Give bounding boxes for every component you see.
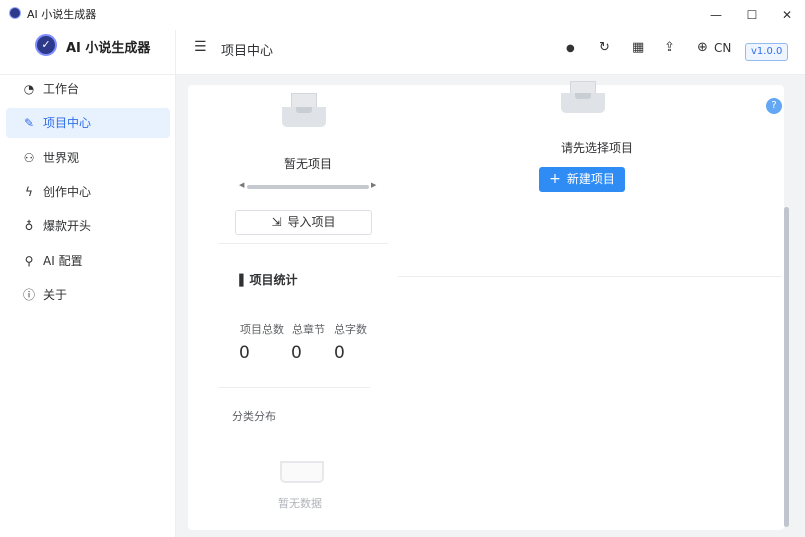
top-header: ☰ 项目中心 ● ↻ ▦ ⇪ ⊕ CN v1.0.0	[176, 30, 805, 75]
distribution-title: 分类分布	[232, 410, 276, 423]
close-button[interactable]: ✕	[774, 4, 800, 26]
menu-toggle-icon[interactable]: ☰	[194, 39, 207, 55]
import-icon: ⇲	[271, 215, 282, 229]
edit-icon: ✎	[23, 116, 35, 130]
sidebar-item-label: 爆款开头	[43, 219, 92, 233]
maximize-button[interactable]: ☐	[739, 4, 765, 26]
sidebar-item-worldview[interactable]: ⚇ 世界观	[6, 143, 170, 173]
app-icon	[9, 7, 21, 19]
stat-value-total-projects: 0	[239, 343, 250, 363]
sidebar-item-label: 项目中心	[43, 116, 92, 130]
stat-label-total-projects: 项目总数	[240, 323, 284, 336]
sidebar-item-about[interactable]: ⓘ 关于	[6, 280, 170, 310]
stats-title-label: 项目统计	[249, 273, 298, 287]
refresh-icon[interactable]: ↻	[599, 40, 610, 55]
window-title: AI 小说生成器	[27, 8, 97, 21]
plug-icon: ⚲	[24, 254, 34, 268]
window-titlebar: AI 小说生成器 — ☐ ✕	[0, 0, 805, 30]
empty-inbox-icon	[282, 93, 326, 127]
scrollbar-thumb[interactable]	[784, 207, 789, 527]
logo: ✓ AI 小说生成器	[0, 30, 176, 75]
stat-label-total-chapters: 总章节	[292, 323, 325, 336]
new-project-label: 新建项目	[566, 172, 615, 186]
vertical-scrollbar[interactable]	[783, 207, 790, 537]
stat-value-total-chapters: 0	[291, 343, 302, 363]
version-badge: v1.0.0	[745, 43, 789, 61]
logo-icon: ✓	[35, 34, 57, 56]
page-title: 项目中心	[221, 44, 274, 59]
sidebar-item-projects[interactable]: ✎ 项目中心	[6, 108, 170, 138]
sidebar-item-hot-openings[interactable]: ♁ 爆款开头	[6, 211, 170, 241]
import-project-label: 导入项目	[287, 215, 336, 229]
divider	[218, 243, 388, 244]
globe-icon[interactable]: ⊕	[697, 40, 708, 55]
empty-projects-text: 暂无项目	[284, 157, 333, 171]
info-icon: ⓘ	[22, 288, 35, 302]
language-switch[interactable]: CN	[714, 41, 731, 55]
project-panel: 暂无项目 ◀ ▶ ⇲ 导入项目 ▐ 项目统计 项目总数 总章节 总字数 0 0 0 分…	[188, 81, 784, 530]
plus-icon: +	[549, 171, 561, 187]
no-data-icon	[280, 455, 324, 489]
select-project-text: 请先选择项目	[561, 141, 634, 155]
lightning-icon: ϟ	[25, 185, 33, 199]
chart-icon: ▐	[235, 274, 244, 287]
divider	[218, 387, 370, 388]
empty-inbox-icon	[561, 81, 605, 119]
sidebar-item-workbench[interactable]: ◔ 工作台	[6, 74, 170, 104]
sidebar-item-creation[interactable]: ϟ 创作中心	[6, 177, 170, 207]
sidebar-item-label: 创作中心	[43, 185, 92, 199]
stat-label-total-words: 总字数	[334, 323, 367, 336]
new-project-button[interactable]: + 新建项目	[539, 167, 625, 192]
sidebar-item-label: 世界观	[43, 151, 80, 165]
upload-cloud-icon[interactable]: ⇪	[664, 40, 675, 55]
stats-title: ▐ 项目统计	[235, 271, 297, 288]
sidebar-item-ai-config[interactable]: ⚲ AI 配置	[6, 246, 170, 276]
dashboard-icon: ◔	[23, 82, 35, 96]
import-project-button[interactable]: ⇲ 导入项目	[235, 210, 372, 235]
help-icon[interactable]: ?	[766, 98, 782, 114]
grid-icon[interactable]: ▦	[632, 40, 644, 55]
sidebar-item-label: 关于	[43, 288, 68, 302]
main-content: 暂无项目 ◀ ▶ ⇲ 导入项目 ▐ 项目统计 项目总数 总章节 总字数 0 0 0 分…	[176, 75, 805, 537]
logo-text: AI 小说生成器	[66, 41, 151, 56]
drop-icon: ♁	[24, 219, 34, 233]
sidebar-item-label: AI 配置	[43, 254, 83, 268]
sidebar-item-label: 工作台	[43, 82, 80, 96]
stat-value-total-words: 0	[334, 343, 345, 363]
horizontal-scrollbar[interactable]: ◀ ▶	[239, 181, 377, 191]
people-icon: ⚇	[23, 151, 35, 165]
no-data-text: 暂无数据	[278, 497, 322, 510]
minimize-button[interactable]: —	[703, 4, 729, 26]
project-detail-card: 请先选择项目 + 新建项目	[398, 81, 782, 277]
bulb-icon[interactable]: ●	[566, 43, 575, 54]
sidebar: ✓ AI 小说生成器 ◔ 工作台 ✎ 项目中心 ⚇ 世界观 ϟ 创作中心 ♁ 爆…	[0, 30, 176, 537]
